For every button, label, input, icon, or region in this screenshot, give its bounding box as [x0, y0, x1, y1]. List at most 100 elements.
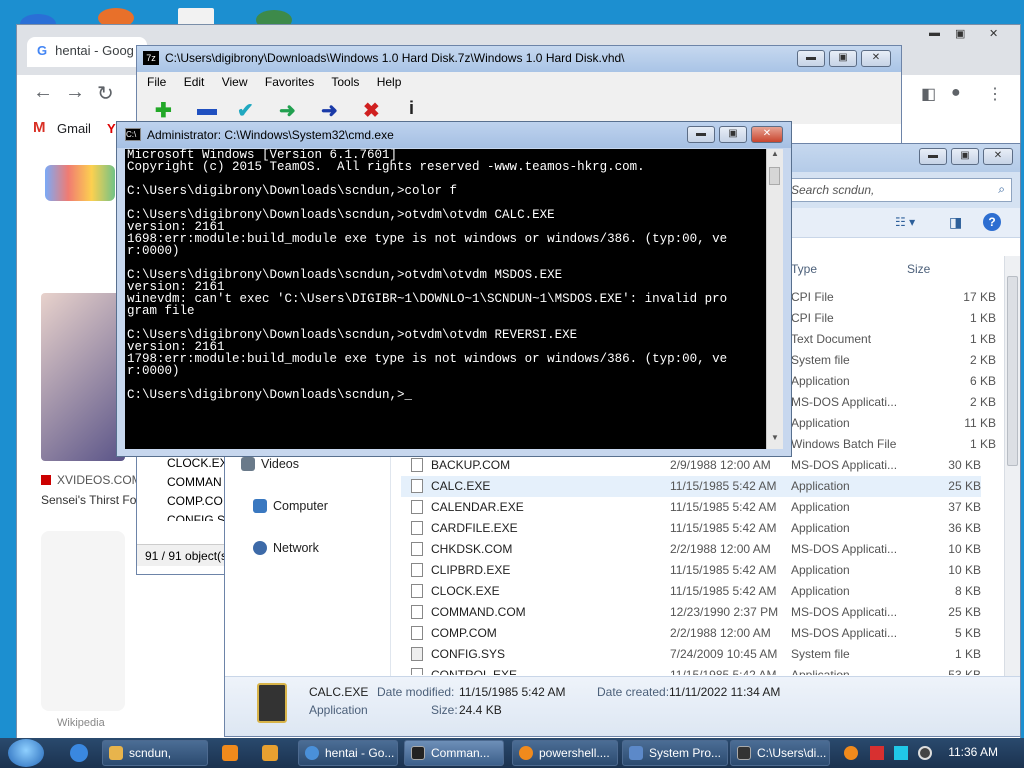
cmd-scroll-up[interactable]: ▲ [767, 149, 783, 165]
sevenzip-maximize-button[interactable]: ▣ [829, 50, 857, 67]
sevenzip-status: 91 / 91 object(s [145, 549, 228, 563]
table-row[interactable]: CONTROL.EXE 11/15/1985 5:42 AM Application… [401, 665, 981, 675]
tray-search-icon[interactable] [844, 746, 858, 760]
nav-network[interactable]: Network [253, 541, 319, 555]
cmd-maximize-button[interactable]: ▣ [719, 126, 747, 143]
table-row[interactable]: COMP.COM 2/2/1988 12:00 AM MS-DOS Applicat… [401, 623, 981, 644]
file-name: BACKUP.COM [431, 458, 511, 472]
chrome-close-button[interactable]: ✕ [989, 27, 998, 40]
add-icon[interactable]: ✚ [155, 98, 172, 123]
taskbar: scndun, hentai - Go... Comman... powersh… [0, 738, 1024, 768]
view-options-icon[interactable]: ☷ ▾ [895, 215, 915, 229]
table-row[interactable]: CARDFILE.EXE 11/15/1985 5:42 AM Applicatio… [401, 518, 981, 539]
file-type: Windows Batch File [791, 437, 897, 451]
sevenzip-close-button[interactable]: ✕ [861, 50, 891, 67]
paint-pinned-icon[interactable] [262, 745, 278, 761]
side-panel-icon[interactable]: ◧ [921, 84, 936, 104]
cmd-minimize-button[interactable]: ▬ [687, 126, 715, 143]
menu-favorites[interactable]: Favorites [265, 75, 314, 89]
taskbar-powershell[interactable]: powershell.... [512, 740, 618, 766]
bottom-text: Wikipedia [57, 717, 105, 729]
column-type[interactable]: Type [791, 262, 817, 276]
cmd-titlebar[interactable]: C:\ Administrator: C:\Windows\System32\c… [117, 122, 791, 148]
cmd-scrollbar[interactable]: ▲ ▼ [766, 149, 783, 449]
video-thumbnail[interactable] [41, 293, 125, 461]
table-row-selected[interactable]: CALC.EXE 11/15/1985 5:42 AM Application 25 … [401, 476, 981, 497]
cmd-scroll-thumb[interactable] [769, 167, 780, 185]
nav-network-label: Network [273, 541, 319, 555]
taskbar-system-properties[interactable]: System Pro... [622, 740, 728, 766]
menu-file[interactable]: File [147, 75, 166, 89]
tray-flag-icon[interactable] [870, 746, 884, 760]
bookmark-gmail[interactable]: Gmail [57, 121, 91, 136]
menu-edit[interactable]: Edit [184, 75, 205, 89]
reload-icon[interactable]: ↻ [97, 81, 114, 106]
ie-pinned-icon[interactable] [70, 744, 88, 762]
taskbar-explorer[interactable]: scndun, [102, 740, 208, 766]
table-row[interactable]: COMMAND.COM 12/23/1990 2:37 PM MS-DOS Appl… [401, 602, 981, 623]
tray-volume-icon[interactable] [918, 746, 932, 760]
table-row[interactable]: CLOCK.EXE 11/15/1985 5:42 AM Application 8 … [401, 581, 981, 602]
delete-icon[interactable]: ✖ [363, 98, 380, 123]
menu-tools[interactable]: Tools [331, 75, 359, 89]
scrollbar-thumb[interactable] [1007, 276, 1018, 466]
profile-icon[interactable]: ● [951, 84, 961, 102]
media-player-pinned-icon[interactable] [222, 745, 238, 761]
extract-icon[interactable]: ▬ [197, 98, 217, 121]
copy-icon[interactable]: ➜ [279, 98, 296, 123]
menu-help[interactable]: Help [377, 75, 402, 89]
cmd-scroll-down[interactable]: ▼ [767, 433, 783, 449]
sevenzip-file[interactable]: CONFIG.S [145, 511, 233, 521]
table-row[interactable]: BACKUP.COM 2/9/1988 12:00 AM MS-DOS Applic… [401, 455, 981, 476]
forward-icon[interactable]: → [65, 81, 85, 104]
explorer-close-button[interactable]: ✕ [983, 148, 1013, 165]
taskbar-cmd[interactable]: Comman... [404, 740, 504, 766]
back-icon[interactable]: ← [33, 81, 53, 104]
explorer-maximize-button[interactable]: ▣ [951, 148, 979, 165]
move-icon[interactable]: ➜ [321, 98, 338, 123]
sevenzip-minimize-button[interactable]: ▬ [797, 50, 825, 67]
google-doodle[interactable] [45, 165, 115, 201]
file-name: CLOCK.EXE [431, 584, 500, 598]
menu-icon[interactable]: ⋮ [987, 84, 1003, 104]
column-size[interactable]: Size [907, 262, 930, 276]
clock[interactable]: 11:36 AM [948, 745, 998, 759]
start-button[interactable] [8, 739, 44, 767]
sevenzip-file[interactable]: COMP.CO [145, 492, 233, 511]
file-type: Application [791, 416, 850, 430]
cmd-close-button[interactable]: ✕ [751, 126, 783, 143]
sidebar-caption[interactable]: Sensei's Thirst Fo [41, 493, 136, 507]
info-icon[interactable]: i [409, 98, 414, 119]
preview-pane-icon[interactable]: ◨ [949, 214, 962, 231]
bookmark-youtube[interactable]: Y [107, 121, 116, 136]
explorer-minimize-button[interactable]: ▬ [919, 148, 947, 165]
table-row[interactable]: CALENDAR.EXE 11/15/1985 5:42 AM Applicatio… [401, 497, 981, 518]
test-icon[interactable]: ✔ [237, 98, 254, 123]
file-type: CPI File [791, 290, 834, 304]
sidebar-site-label[interactable]: XVIDEOS.COM [57, 473, 142, 487]
chrome-maximize-button[interactable]: ▣ [955, 27, 965, 40]
nav-videos[interactable]: Videos [241, 457, 299, 471]
cmd-console[interactable]: Microsoft Windows [Version 6.1.7601] Cop… [125, 149, 772, 449]
explorer-search-input[interactable]: Search scndun, ⌕ [782, 178, 1012, 202]
cmd-window[interactable]: C:\ Administrator: C:\Windows\System32\c… [116, 121, 792, 457]
tray-display-icon[interactable] [894, 746, 908, 760]
nav-videos-label: Videos [261, 457, 299, 471]
file-type: System file [791, 647, 850, 661]
chrome-minimize-button[interactable]: ▬ [929, 27, 940, 39]
sevenzip-titlebar[interactable]: 7z C:\Users\digibrony\Downloads\Windows … [137, 46, 901, 72]
taskbar-chrome[interactable]: hentai - Go... [298, 740, 398, 766]
table-row[interactable]: CLIPBRD.EXE 11/15/1985 5:42 AM Application… [401, 560, 981, 581]
chrome-tab[interactable]: Ghentai - Goog [27, 37, 147, 67]
menu-view[interactable]: View [222, 75, 248, 89]
file-date: 12/23/1990 2:37 PM [670, 605, 779, 619]
help-icon[interactable]: ? [983, 213, 1001, 231]
nav-computer[interactable]: Computer [253, 499, 328, 513]
sevenzip-icon: 7z [143, 51, 159, 65]
explorer-scrollbar[interactable] [1004, 256, 1020, 676]
sevenzip-file[interactable]: COMMAN [145, 473, 233, 492]
table-row[interactable]: CHKDSK.COM 2/2/1988 12:00 AM MS-DOS Applic… [401, 539, 981, 560]
table-row[interactable]: CONFIG.SYS 7/24/2009 10:45 AM System file 1… [401, 644, 981, 665]
file-size: 6 KB [969, 374, 996, 388]
taskbar-sevenzip[interactable]: C:\Users\di... [730, 740, 830, 766]
